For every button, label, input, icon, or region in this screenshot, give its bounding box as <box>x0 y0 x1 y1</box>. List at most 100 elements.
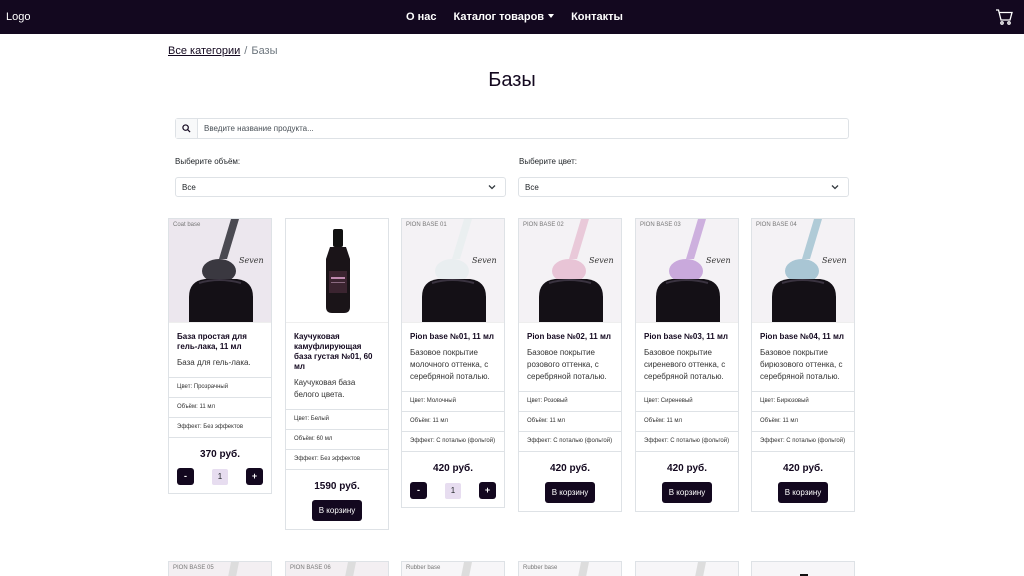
product-card[interactable]: PION BASE 05 <box>168 561 272 576</box>
product-body: Pion base №04, 11 мл Базовое покрытие бир… <box>752 323 854 387</box>
increase-quantity-button[interactable]: + <box>479 482 496 499</box>
product-price: 420 руб. <box>667 463 707 474</box>
product-card[interactable]: Seven Coat base База простая для гель-лака… <box>168 218 272 494</box>
product-image: Seven <box>519 219 621 322</box>
product-card[interactable]: PION BASE 06 <box>285 561 389 576</box>
product-image <box>752 562 854 576</box>
product-properties: Цвет: Молочный Объём: 11 мл Эффект: С пота… <box>402 391 504 451</box>
product-description: Базовое покрытие розового оттенка, с сер… <box>527 348 607 381</box>
product-title[interactable]: Pion base №04, 11 мл <box>760 332 846 342</box>
search-icon-box <box>176 119 198 138</box>
quantity-value[interactable]: 1 <box>445 482 461 499</box>
product-property: Эффект: С поталью (фольгой) <box>519 431 621 451</box>
caret-down-icon <box>548 14 555 18</box>
product-body: Pion base №03, 11 мл Базовое покрытие сир… <box>636 323 738 387</box>
product-card[interactable] <box>751 561 855 576</box>
search-icon <box>182 124 191 133</box>
add-to-cart-button[interactable]: В корзину <box>777 482 829 503</box>
shopping-cart-icon[interactable] <box>995 9 1013 25</box>
product-image-box[interactable]: Seven PION BASE 01 <box>402 219 504 323</box>
product-price: 420 руб. <box>783 463 823 474</box>
svg-text:Seven: Seven <box>239 256 264 265</box>
product-title[interactable]: База простая для гель-лака, 11 мл <box>177 332 263 352</box>
product-image-box[interactable] <box>286 219 388 323</box>
decrease-quantity-button[interactable]: - <box>177 468 194 485</box>
product-title[interactable]: Pion base №02, 11 мл <box>527 332 613 342</box>
image-tag: Coat base <box>173 222 201 228</box>
product-card[interactable]: Каучуковая камуфлирующая база густая №01… <box>285 218 389 530</box>
product-property: Цвет: Молочный <box>402 391 504 411</box>
product-card[interactable]: Rubber base <box>518 561 622 576</box>
product-image-box[interactable]: Seven PION BASE 03 <box>636 219 738 323</box>
product-card[interactable]: Rubber base <box>401 561 505 576</box>
product-image-box[interactable]: Seven PION BASE 04 <box>752 219 854 323</box>
image-tag: Rubber base <box>406 565 441 571</box>
product-property: Эффект: С поталью (фольгой) <box>752 431 854 451</box>
nav-link-contacts[interactable]: Контакты <box>571 11 623 23</box>
product-price: 1590 руб. <box>314 481 360 492</box>
search-bar <box>175 118 849 139</box>
quantity-stepper: - 1 + <box>169 468 271 485</box>
product-image-box[interactable]: Seven Coat base <box>169 219 271 323</box>
product-description: Базовое покрытие бирюзового оттенка, с с… <box>760 348 843 381</box>
product-image <box>286 219 388 322</box>
product-image: Seven <box>752 219 854 322</box>
price-area: 420 руб. - 1 + <box>402 451 504 507</box>
product-description: Каучуковая база белого цвета. <box>294 378 356 399</box>
product-property: Эффект: Без эффектов <box>286 449 388 469</box>
product-property: Цвет: Белый <box>286 409 388 429</box>
image-tag: PION BASE 02 <box>523 222 564 228</box>
search-input[interactable] <box>198 119 848 138</box>
product-title[interactable]: Pion base №01, 11 мл <box>410 332 496 342</box>
product-property: Объём: 11 мл <box>402 411 504 431</box>
chevron-down-icon <box>831 185 839 190</box>
price-area: 420 руб. В корзину <box>636 451 738 511</box>
product-description: Базовое покрытие молочного оттенка, с се… <box>410 348 490 381</box>
product-property: Цвет: Бирюзовый <box>752 391 854 411</box>
volume-select[interactable]: Все <box>175 177 506 197</box>
color-select[interactable]: Все <box>518 177 849 197</box>
decrease-quantity-button[interactable]: - <box>410 482 427 499</box>
increase-quantity-button[interactable]: + <box>246 468 263 485</box>
quantity-stepper: - 1 + <box>402 482 504 499</box>
price-area: 420 руб. В корзину <box>752 451 854 511</box>
nav-link-catalog-label: Каталог товаров <box>453 11 545 23</box>
add-to-cart-button[interactable]: В корзину <box>544 482 596 503</box>
image-tag: PION BASE 05 <box>173 565 214 571</box>
breadcrumb: Все категории / Базы <box>168 45 278 57</box>
product-card[interactable]: Seven PION BASE 01 Pion base №01, 11 мл Баз… <box>401 218 505 508</box>
svg-text:Seven: Seven <box>589 256 614 265</box>
volume-filter-label: Выберите объём: <box>175 157 241 166</box>
svg-text:Seven: Seven <box>706 256 731 265</box>
product-property: Цвет: Сиреневый <box>636 391 738 411</box>
product-property: Объём: 11 мл <box>752 411 854 431</box>
product-card[interactable]: Seven PION BASE 02 Pion base №02, 11 мл Баз… <box>518 218 622 512</box>
product-card[interactable] <box>635 561 739 576</box>
product-body: База простая для гель-лака, 11 мл База дл… <box>169 323 271 373</box>
nav-link-about[interactable]: О нас <box>406 11 437 23</box>
product-card[interactable]: Seven PION BASE 03 Pion base №03, 11 мл Баз… <box>635 218 739 512</box>
product-description: Базовое покрытие сиреневого оттенка, с с… <box>644 348 726 381</box>
price-area: 1590 руб. В корзину <box>286 469 388 529</box>
image-tag: PION BASE 04 <box>756 222 797 228</box>
top-navbar: Logo О нас Каталог товаров Контакты <box>0 0 1024 34</box>
product-body: Каучуковая камуфлирующая база густая №01… <box>286 323 388 405</box>
svg-text:Seven: Seven <box>472 256 497 265</box>
add-to-cart-button[interactable]: В корзину <box>661 482 713 503</box>
nav-link-catalog[interactable]: Каталог товаров <box>454 11 555 23</box>
product-property: Эффект: С поталью (фольгой) <box>636 431 738 451</box>
product-title[interactable]: Pion base №03, 11 мл <box>644 332 730 342</box>
volume-select-value: Все <box>182 183 196 192</box>
breadcrumb-all-categories[interactable]: Все категории <box>168 45 240 57</box>
quantity-value[interactable]: 1 <box>212 468 228 485</box>
add-to-cart-button[interactable]: В корзину <box>311 500 363 521</box>
image-tag: PION BASE 01 <box>406 222 447 228</box>
product-card[interactable]: Seven PION BASE 04 Pion base №04, 11 мл Баз… <box>751 218 855 512</box>
logo[interactable]: Logo <box>6 11 30 23</box>
product-image-box[interactable]: Seven PION BASE 02 <box>519 219 621 323</box>
product-body: Pion base №02, 11 мл Базовое покрытие роз… <box>519 323 621 387</box>
product-properties: Цвет: Белый Объём: 60 мл Эффект: Без эффек… <box>286 409 388 469</box>
image-tag: Rubber base <box>523 565 558 571</box>
product-title[interactable]: Каучуковая камуфлирующая база густая №01… <box>294 332 380 372</box>
product-properties: Цвет: Бирюзовый Объём: 11 мл Эффект: С пот… <box>752 391 854 451</box>
